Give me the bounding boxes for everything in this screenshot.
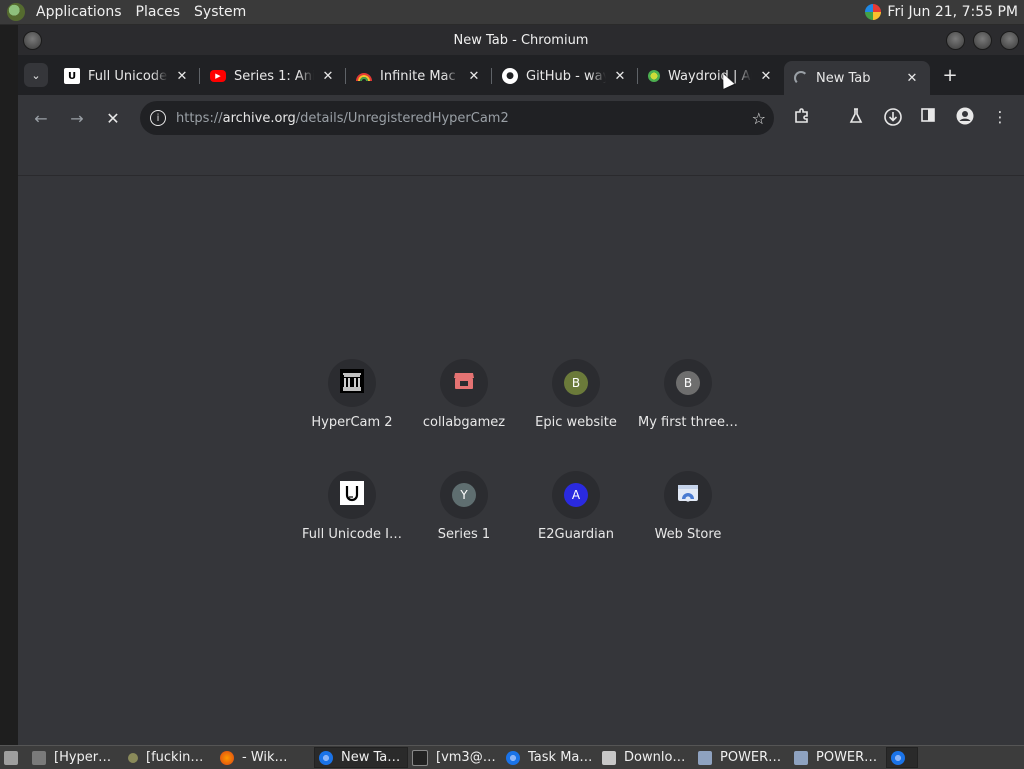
tab-new-tab[interactable]: New Tab ✕	[784, 61, 930, 95]
tab-infinite-mac[interactable]: Infinite Mac ✕	[346, 60, 492, 92]
stop-loading-icon[interactable]: ✕	[95, 109, 131, 128]
labs-flask-icon[interactable]	[846, 107, 866, 127]
webstore-icon	[676, 481, 700, 509]
shortcut-series-1[interactable]: Y Series 1	[408, 471, 520, 542]
back-arrow-icon[interactable]: ←	[23, 109, 59, 128]
top-panel: Applications Places System Fri Jun 21, 7…	[0, 0, 1024, 25]
taskbar-item-wikipedia[interactable]: - Wik…	[216, 747, 314, 768]
address-bar[interactable]: i https://archive.org/details/Unregister…	[140, 101, 774, 135]
shortcut-web-store[interactable]: Web Store	[632, 471, 744, 542]
tab-series-1[interactable]: ▶ Series 1: Animation ✕	[200, 60, 346, 92]
power-app-icon	[698, 750, 712, 765]
tab-search-button[interactable]: ⌄	[24, 63, 48, 87]
github-icon: ●	[502, 68, 518, 84]
places-menu[interactable]: Places	[129, 0, 188, 24]
window-menu-button[interactable]	[23, 31, 42, 50]
taskbar-item-power-2[interactable]: POWER…	[790, 747, 886, 768]
letter-b-icon: B	[564, 371, 588, 395]
shortcut-hypercam-2[interactable]: HyperCam 2	[296, 359, 408, 430]
taskbar-item-terminal-1[interactable]: [fuckin…	[124, 747, 216, 768]
tab-strip: ⌄ U Full Unicode Input ✕ ▶ Series 1: Ani…	[18, 55, 1024, 95]
taskbar-item-power-1[interactable]: POWER…	[694, 747, 790, 768]
forward-arrow-icon[interactable]: →	[59, 109, 95, 128]
letter-b-icon: B	[676, 371, 700, 395]
chromium-icon	[319, 750, 333, 765]
chromium-icon	[506, 750, 520, 765]
side-panel-icon[interactable]	[918, 107, 938, 127]
color-wheel-icon	[865, 4, 882, 20]
site-info-icon[interactable]: i	[150, 110, 166, 126]
taskbar-item-task-manager[interactable]: Task Ma…	[502, 747, 598, 768]
close-icon[interactable]: ✕	[612, 69, 628, 84]
waydroid-icon	[648, 70, 660, 82]
profile-avatar-icon[interactable]	[955, 107, 975, 127]
browser-toolbar: ← → ✕ i https://archive.org/details/Unre…	[18, 95, 1024, 141]
url-host: archive.org	[222, 110, 296, 126]
unicode-icon: U	[64, 68, 80, 84]
window-title: New Tab - Chromium	[453, 32, 589, 48]
close-icon[interactable]: ✕	[174, 69, 190, 84]
archive-icon	[340, 369, 364, 397]
taskbar-item-vm3-terminal[interactable]: [vm3@…	[408, 747, 502, 768]
unicode-icon	[340, 481, 364, 509]
chromium-icon	[891, 750, 905, 765]
downloads-icon[interactable]	[883, 107, 903, 127]
bookmark-star-icon[interactable]: ☆	[752, 109, 766, 128]
show-desktop-button[interactable]	[0, 747, 28, 768]
shortcut-my-first-three[interactable]: B My first three…	[632, 359, 744, 430]
minimize-button[interactable]	[946, 31, 965, 50]
letter-y-icon: Y	[452, 483, 476, 507]
chromium-window: New Tab - Chromium ⌄ U Full Unicode Inpu…	[18, 25, 1024, 745]
terminal-icon	[412, 749, 428, 766]
folder-icon	[602, 750, 616, 765]
extensions-puzzle-icon[interactable]	[792, 107, 812, 127]
letter-a-icon: A	[564, 483, 588, 507]
taskbar-item-downloads[interactable]: Downlo…	[598, 747, 694, 768]
taskbar-item-chromium[interactable]	[886, 747, 918, 768]
hypercam-icon	[32, 750, 46, 765]
loading-spinner-icon	[794, 71, 808, 85]
close-icon[interactable]: ✕	[320, 69, 336, 84]
menu-kebab-icon[interactable]: ⋮	[990, 107, 1010, 127]
store-icon	[452, 369, 476, 397]
close-icon[interactable]: ✕	[904, 71, 920, 86]
close-icon[interactable]: ✕	[466, 69, 482, 84]
taskbar-item-new-tab[interactable]: New Ta…	[314, 747, 408, 768]
close-icon[interactable]: ✕	[758, 69, 774, 84]
url-scheme: https://	[176, 110, 223, 126]
panel-clock[interactable]: Fri Jun 21, 7:55 PM	[887, 4, 1024, 20]
tab-waydroid[interactable]: Waydroid | Android ✕	[638, 60, 784, 92]
bookmarks-bar	[18, 141, 1024, 176]
shortcut-epic-website[interactable]: B Epic website	[520, 359, 632, 430]
youtube-icon: ▶	[210, 70, 226, 82]
system-menu[interactable]: System	[187, 0, 253, 24]
shortcut-e2guardian[interactable]: A E2Guardian	[520, 471, 632, 542]
new-tab-page: HyperCam 2 collabgamez B Epic website B …	[18, 176, 1024, 745]
bottom-taskbar: [Hyper… [fuckin… - Wik… New Ta… [vm3@… T…	[0, 745, 1024, 769]
shortcut-collabgamez[interactable]: collabgamez	[408, 359, 520, 430]
app-icon	[128, 752, 138, 763]
shortcut-full-unicode[interactable]: Full Unicode I…	[296, 471, 408, 542]
desktop-icon	[4, 750, 18, 765]
close-window-button[interactable]	[1000, 31, 1019, 50]
taskbar-item-hypercam[interactable]: [Hyper…	[28, 747, 124, 768]
firefox-icon	[220, 750, 234, 765]
url-path: /details/UnregisteredHyperCam2	[295, 110, 509, 126]
tab-github[interactable]: ● GitHub - waydroid ✕	[492, 60, 638, 92]
applications-menu[interactable]: Applications	[29, 0, 129, 24]
tab-full-unicode[interactable]: U Full Unicode Input ✕	[54, 60, 200, 92]
window-titlebar[interactable]: New Tab - Chromium	[18, 25, 1024, 55]
chevron-down-icon: ⌄	[31, 68, 41, 82]
maximize-button[interactable]	[973, 31, 992, 50]
new-tab-plus-icon[interactable]: +	[936, 65, 964, 86]
rainbow-icon	[356, 68, 372, 84]
power-app-icon	[794, 750, 808, 765]
distro-logo-icon[interactable]	[7, 3, 25, 21]
